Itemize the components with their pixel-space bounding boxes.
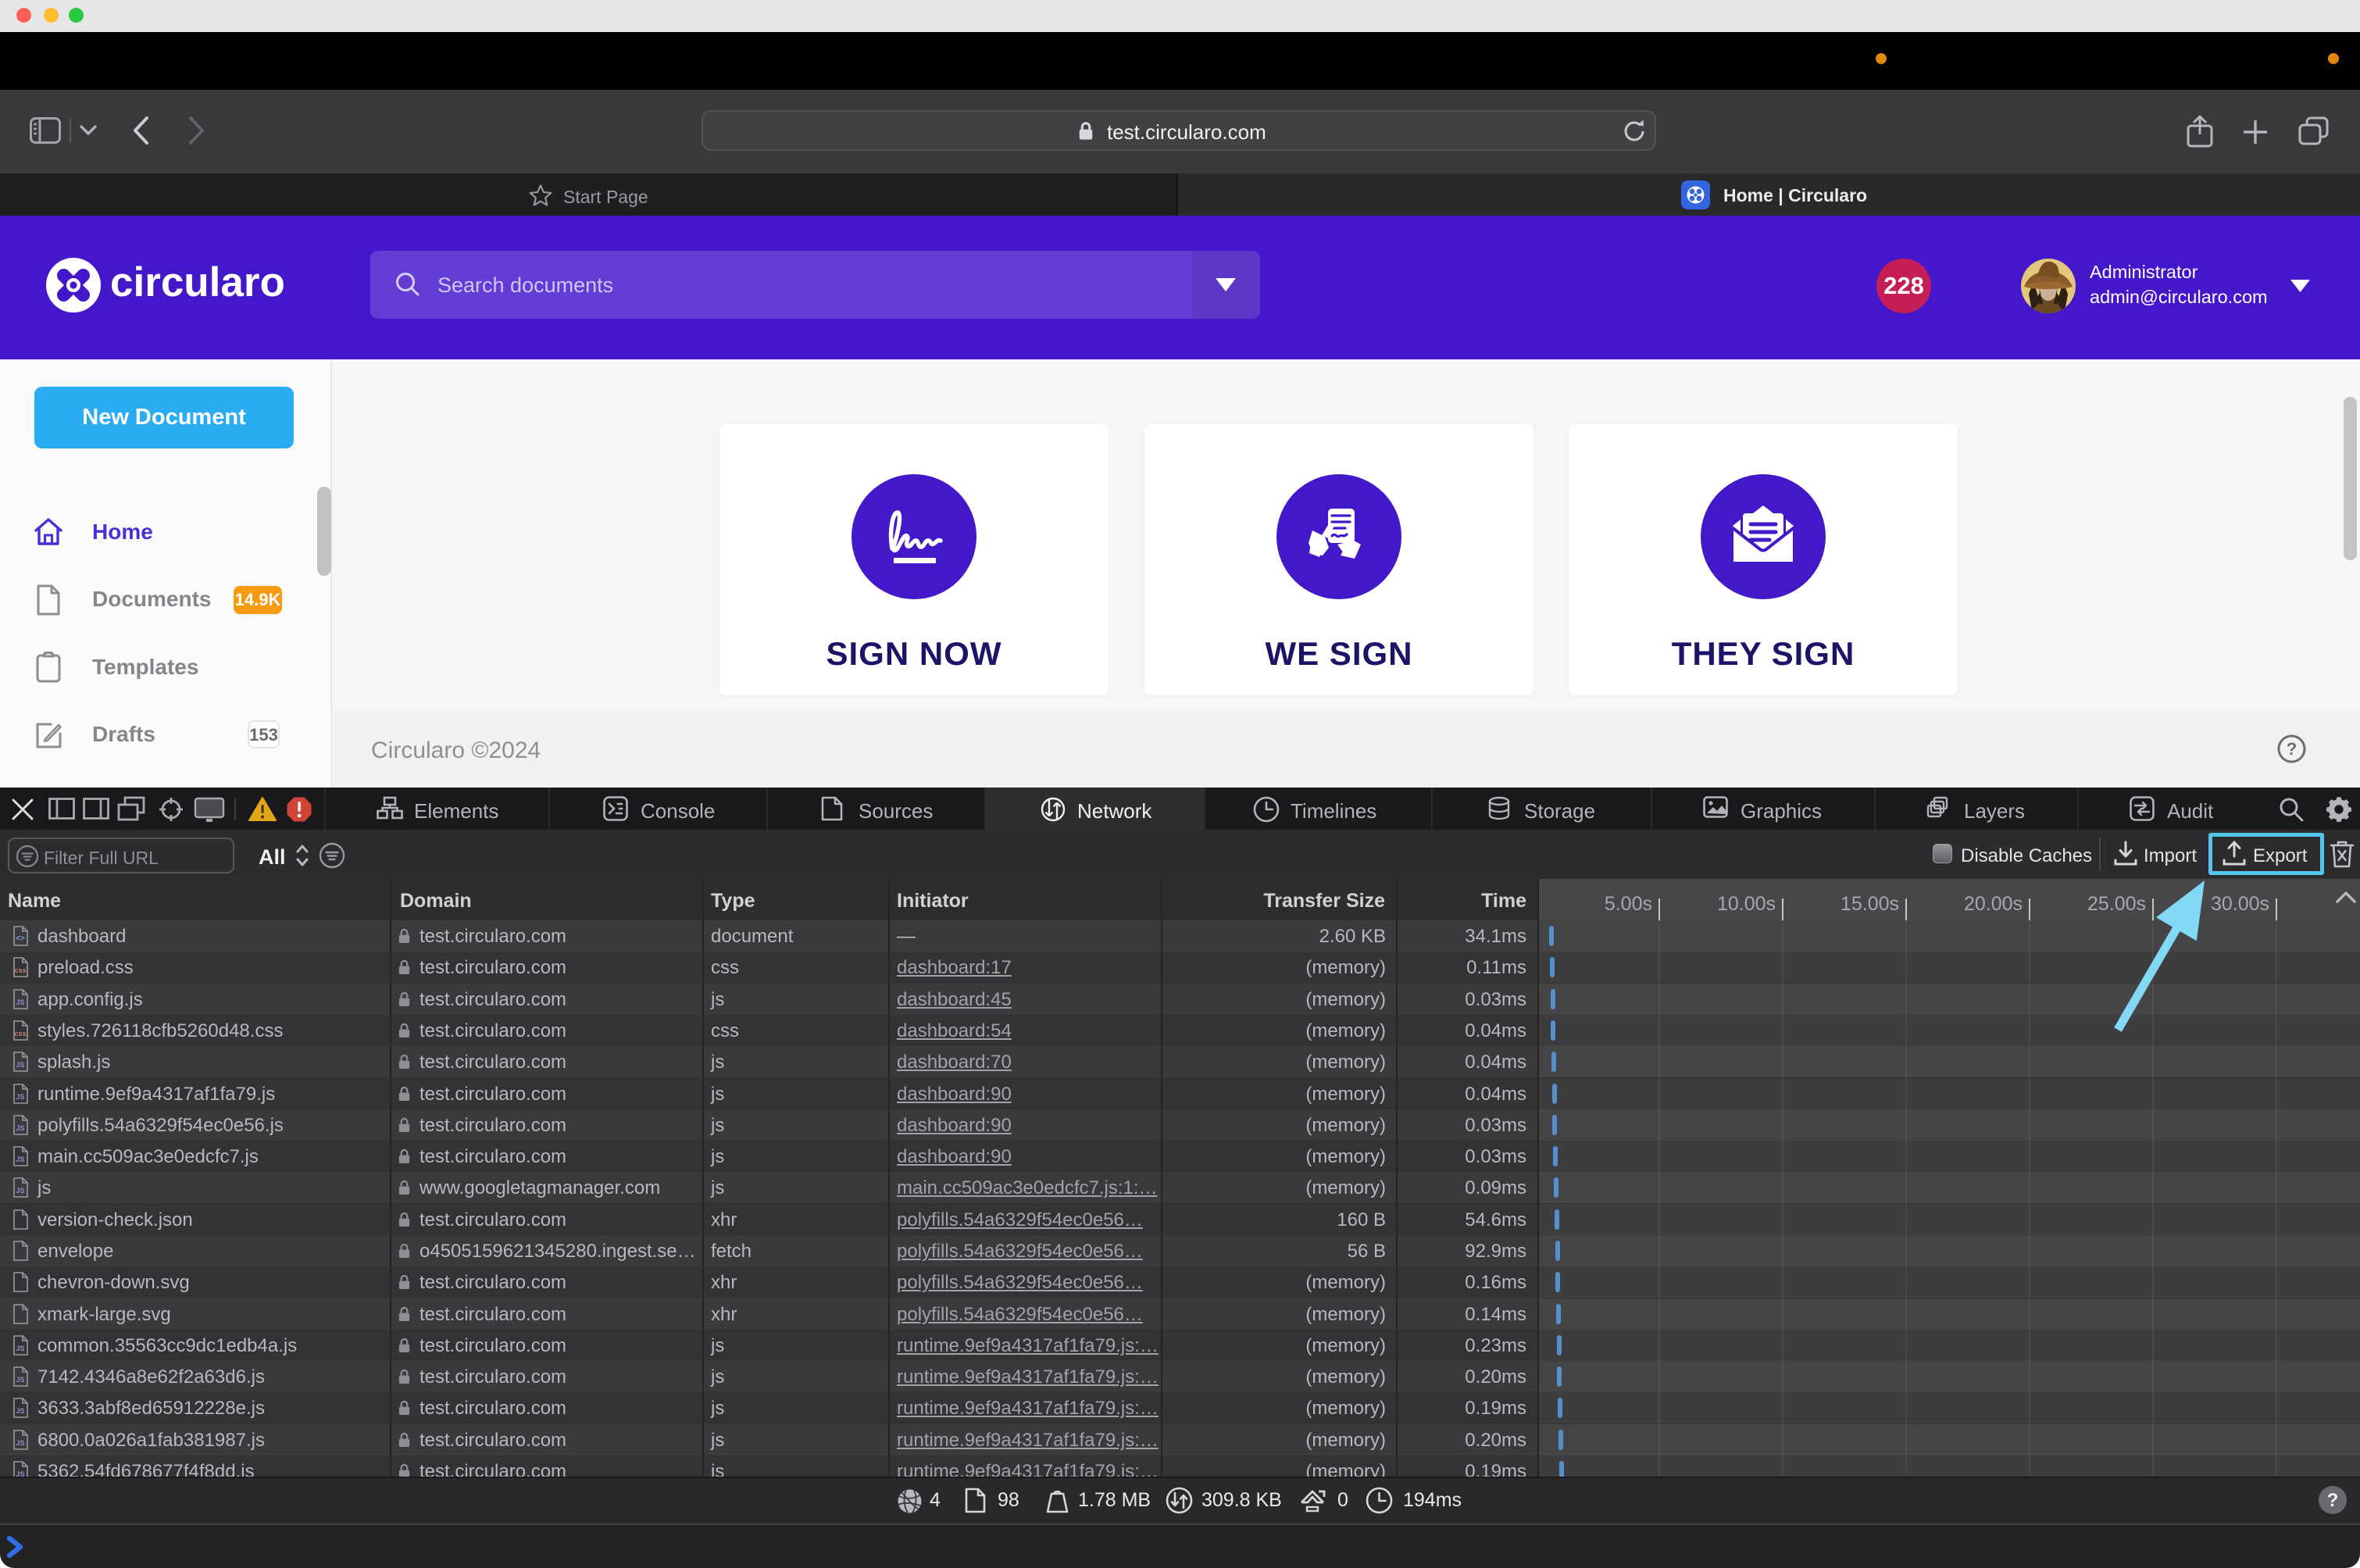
svg-text:JS: JS — [16, 1155, 24, 1163]
svg-text:JS: JS — [16, 1376, 24, 1384]
svg-text:?: ? — [2287, 739, 2297, 759]
svg-text:JS: JS — [16, 998, 24, 1006]
svg-text:JS: JS — [16, 1093, 24, 1101]
svg-text:css: css — [14, 1030, 26, 1038]
svg-text:JS: JS — [16, 1124, 24, 1132]
svg-text:JS: JS — [16, 1439, 24, 1447]
svg-text:JS: JS — [16, 1345, 24, 1352]
svg-text:css: css — [14, 966, 26, 974]
svg-text:?: ? — [2327, 1490, 2339, 1511]
svg-text:JS: JS — [16, 1407, 24, 1415]
svg-text:JS: JS — [16, 1470, 24, 1477]
svg-text:<>: <> — [16, 934, 25, 943]
svg-text:JS: JS — [16, 1187, 24, 1195]
svg-text:JS: JS — [16, 1061, 24, 1069]
